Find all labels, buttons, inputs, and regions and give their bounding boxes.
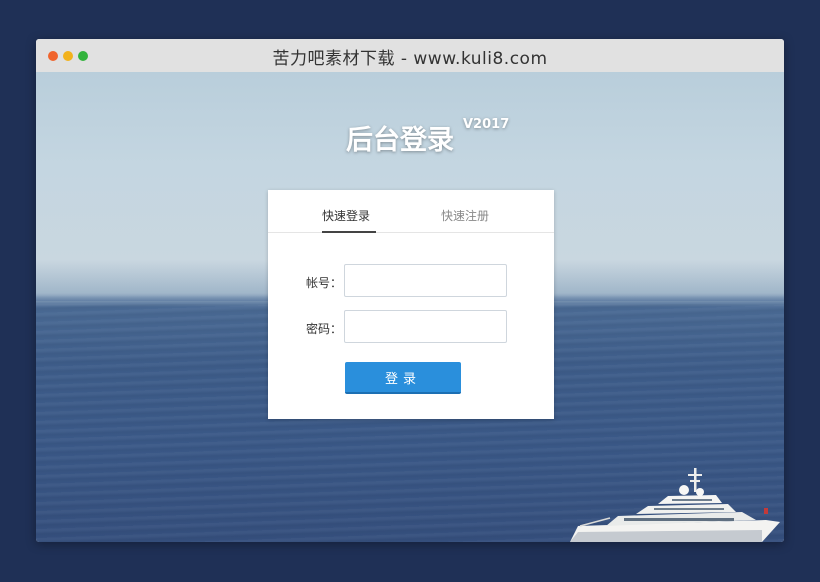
username-label: 帐号：	[306, 276, 343, 290]
login-panel: 快速登录 快速注册 帐号： 密码： 登录	[268, 190, 554, 419]
window-titlebar: 苦力吧素材下载 - www.kuli8.com	[36, 39, 784, 72]
active-tab-indicator	[322, 231, 376, 233]
yacht-image	[570, 468, 780, 542]
login-tabs: 快速登录 快速注册	[268, 190, 554, 233]
login-button[interactable]: 登录	[345, 362, 461, 394]
tab-quick-register[interactable]: 快速注册	[441, 207, 489, 224]
window-title: 苦力吧素材下载 - www.kuli8.com	[272, 49, 548, 69]
page-title: 后台登录	[346, 125, 454, 156]
version-badge: V2017	[463, 117, 510, 132]
password-input[interactable]	[344, 310, 507, 343]
browser-window: 苦力吧素材下载 - www.kuli8.com 后台登录 V2017 快速登录 …	[36, 39, 784, 542]
tab-quick-login[interactable]: 快速登录	[322, 207, 370, 224]
username-input[interactable]	[344, 264, 507, 297]
login-background: 后台登录 V2017 快速登录 快速注册 帐号： 密码： 登录	[36, 72, 784, 542]
password-label: 密码：	[306, 322, 343, 336]
